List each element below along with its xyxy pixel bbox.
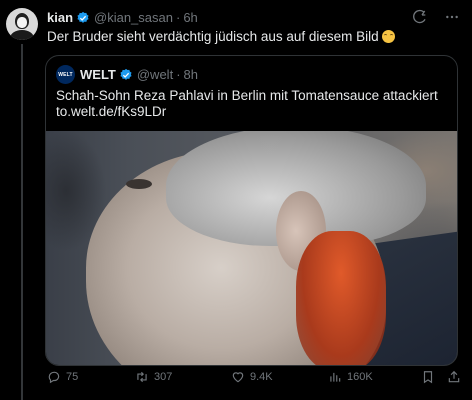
views-count: 160K [347,371,373,383]
tweet-text: Der Bruder sieht verdächtig jüdisch aus … [47,29,396,44]
author-name[interactable]: kian [47,10,73,25]
quote-link[interactable]: to.welt.de/fKs9LDr [56,104,451,120]
header-separator: · [175,10,181,25]
reply-icon [48,371,60,384]
verified-badge-icon [77,11,89,23]
grinning-sweat-face-icon [382,30,396,43]
quote-separator: · [176,67,181,82]
bookmark-button[interactable] [421,370,435,384]
quoted-tweet[interactable]: WELT WELT @welt · 8h Schah-Sohn Reza Pah… [45,55,458,366]
retweet-button[interactable]: 307 [135,370,172,384]
quote-author-handle[interactable]: @welt [137,67,173,82]
quote-time[interactable]: 8h [184,67,198,82]
quote-header: WELT WELT @welt · 8h [56,65,198,84]
author-avatar[interactable] [6,8,38,40]
like-count: 9.4K [250,371,273,383]
tweet-header: kian @kian_sasan · 6h [47,10,198,25]
quote-author-name[interactable]: WELT [80,67,116,82]
share-button[interactable] [447,370,461,384]
top-right-icons [412,9,460,25]
reply-count: 75 [66,371,79,383]
quote-photo[interactable] [46,131,457,365]
verified-badge-icon [120,68,132,80]
reply-button[interactable]: 75 [47,370,78,384]
thread-line [21,44,23,400]
heart-icon [232,372,244,383]
quote-text: Schah-Sohn Reza Pahlavi in Berlin mit To… [56,88,451,120]
author-handle[interactable]: @kian_sasan [94,10,173,25]
share-icon [448,370,460,383]
tweet-time[interactable]: 6h [183,10,197,25]
grok-icon[interactable] [412,9,428,25]
views-bar-chart-icon [330,372,341,382]
views-button[interactable]: 160K [328,370,373,384]
more-options-icon[interactable] [444,9,460,25]
tweet-text-content: Der Bruder sieht verdächtig jüdisch aus … [47,29,379,44]
retweet-count: 307 [154,371,173,383]
quote-headline: Schah-Sohn Reza Pahlavi in Berlin mit To… [56,88,438,103]
retweet-icon [137,371,147,383]
bookmark-icon [423,371,433,384]
quote-avatar[interactable]: WELT [56,65,75,84]
tweet-actions: 75 307 9.4K 160K [45,370,463,390]
like-button[interactable]: 9.4K [231,370,273,384]
